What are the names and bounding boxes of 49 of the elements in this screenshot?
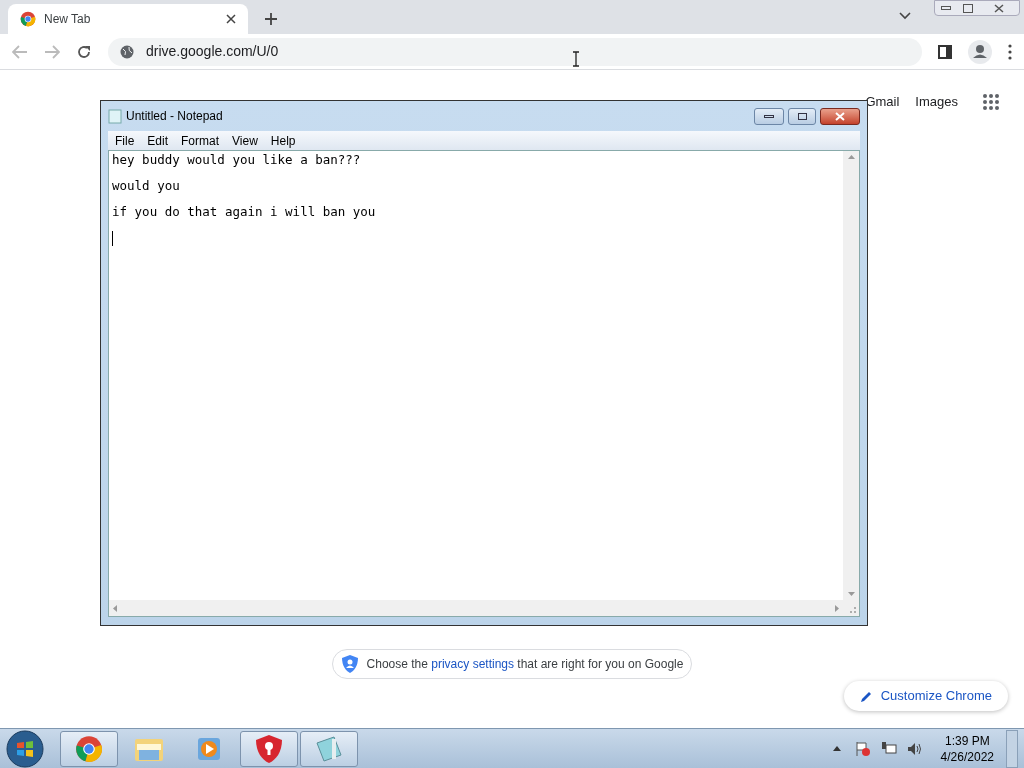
chrome-logo-icon (75, 734, 103, 763)
text-caret (112, 231, 113, 246)
side-panel-icon[interactable] (938, 44, 952, 59)
minimize-button[interactable] (754, 107, 784, 125)
customize-chrome-button[interactable]: Customize Chrome (843, 681, 1008, 711)
network-icon[interactable] (880, 740, 897, 757)
menu-item[interactable]: View (232, 131, 258, 150)
close-icon (835, 111, 845, 121)
profile-icon[interactable] (968, 39, 992, 64)
text-line: would you (112, 178, 180, 195)
notepad-icon (108, 108, 122, 124)
chevron-down-icon[interactable] (899, 12, 911, 20)
text-cursor-icon (572, 51, 580, 67)
menu-item[interactable]: File (115, 131, 135, 150)
close-button[interactable] (820, 107, 860, 125)
text-line: hey buddy would you like a ban??? (112, 152, 361, 169)
taskbar-button[interactable] (240, 730, 298, 767)
text-line: if you do that again i will ban you (112, 204, 376, 221)
privacy-link[interactable]: privacy settings (431, 656, 514, 671)
globe-icon (120, 44, 134, 59)
menu-item[interactable]: Help (270, 131, 296, 150)
tab-title: New Tab (44, 11, 92, 28)
new-tab-icon[interactable] (264, 12, 278, 26)
chrome-logo-icon (20, 11, 36, 27)
shield-icon (255, 733, 283, 764)
pencil-icon (859, 689, 873, 703)
notepad-icon (314, 734, 344, 763)
header-link[interactable]: Images (915, 92, 958, 112)
url-text: drive.google.com/U/0 (146, 42, 279, 61)
taskbar-button[interactable] (60, 730, 118, 767)
shield-person-icon (340, 653, 359, 674)
play-icon (196, 735, 222, 762)
menu-icon[interactable] (1008, 43, 1012, 60)
maximize-button[interactable] (788, 107, 816, 125)
browser-tab[interactable]: New Tab (8, 4, 248, 34)
reload-icon[interactable] (76, 43, 92, 60)
start-orb-icon[interactable] (6, 729, 44, 768)
show-hidden-icons[interactable] (832, 746, 841, 751)
clock-date[interactable]: 4/26/2022 (940, 748, 994, 765)
address-bar[interactable]: drive.google.com/U/0 (108, 37, 922, 66)
menu-item[interactable]: Format (181, 131, 220, 150)
close-icon[interactable] (226, 14, 236, 24)
apps-grid-icon[interactable] (982, 92, 1000, 111)
taskbar-button[interactable] (300, 730, 358, 767)
window-title: Untitled - Notepad (126, 108, 224, 125)
flag-icon[interactable] (854, 740, 871, 757)
clock-time[interactable]: 1:39 PM (944, 732, 990, 749)
menu-item[interactable]: Edit (147, 131, 169, 150)
privacy-text: Choose the privacy settings that are right for you on Google (366, 655, 684, 673)
